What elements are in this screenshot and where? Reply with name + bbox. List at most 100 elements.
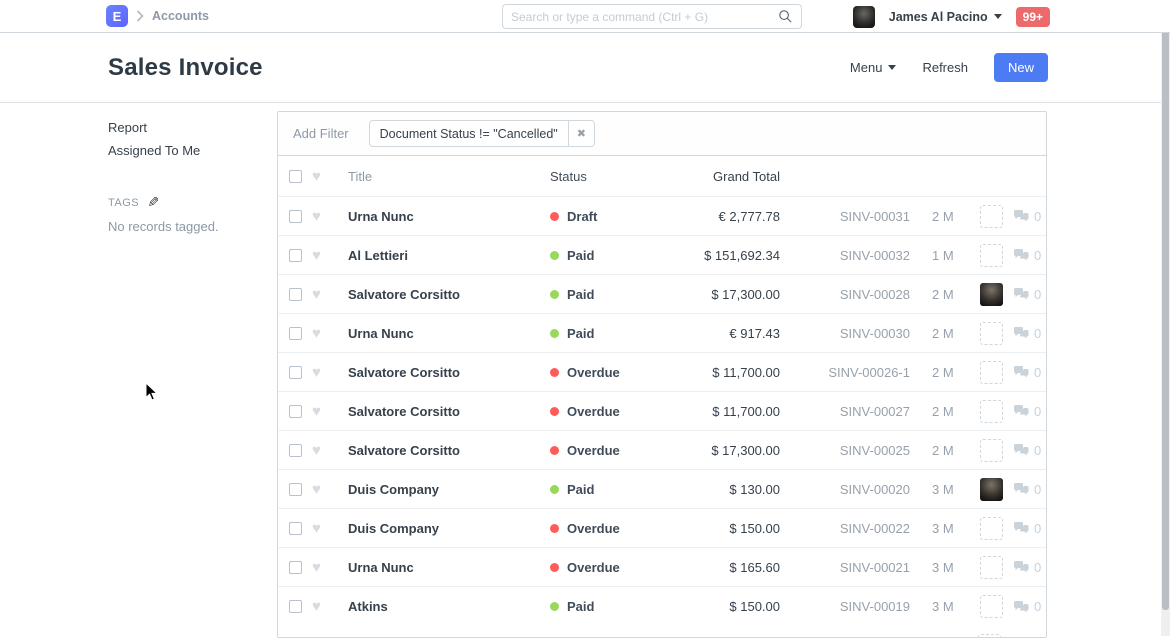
assign-avatar[interactable] <box>980 595 1003 618</box>
invoice-id[interactable]: SINV-00026-1 <box>780 365 910 380</box>
assign-avatar[interactable] <box>980 556 1003 579</box>
assign-avatar[interactable] <box>980 400 1003 423</box>
table-row[interactable]: ♥ Urna Nunc Overdue $ 165.60 SINV-00021 … <box>278 548 1046 587</box>
like-heart-icon[interactable]: ♥ <box>312 521 328 536</box>
like-heart-icon[interactable]: ♥ <box>312 365 328 380</box>
row-checkbox[interactable] <box>289 444 302 457</box>
assign-avatar[interactable] <box>980 244 1003 267</box>
edit-tags-pencil-icon[interactable]: ✎ <box>147 194 159 211</box>
invoice-id[interactable]: SINV-00028 <box>780 287 910 302</box>
table-row[interactable]: ♥ Duis Company Paid $ 130.00 SINV-00020 … <box>278 470 1046 509</box>
row-checkbox[interactable] <box>289 249 302 262</box>
like-heart-icon[interactable]: ♥ <box>312 560 328 575</box>
invoice-title[interactable]: Urna Nunc <box>348 560 550 575</box>
invoice-id[interactable]: SINV-00025 <box>780 443 910 458</box>
invoice-title[interactable]: Salvatore Corsitto <box>348 287 550 302</box>
notifications-badge[interactable]: 99+ <box>1016 7 1050 27</box>
row-checkbox[interactable] <box>289 327 302 340</box>
like-heart-icon[interactable]: ♥ <box>312 209 328 224</box>
invoice-title[interactable]: Salvatore Corsitto <box>348 404 550 419</box>
user-avatar[interactable] <box>853 6 875 28</box>
comment-count[interactable]: 0 <box>1013 443 1041 458</box>
sidebar-item-report[interactable]: Report <box>108 116 258 139</box>
table-row[interactable]: ♥ Salvatore Corsitto Overdue $ 17,300.00… <box>278 431 1046 470</box>
table-row[interactable]: ♥ Salvatore Corsitto Overdue $ 11,700.00… <box>278 392 1046 431</box>
refresh-button[interactable]: Refresh <box>922 60 968 75</box>
invoice-title[interactable]: Urna Nunc <box>348 209 550 224</box>
comment-count[interactable]: 0 <box>1013 521 1041 536</box>
remove-filter-icon[interactable]: ✖ <box>568 121 594 146</box>
comment-count[interactable]: 0 <box>1013 326 1041 341</box>
invoice-id[interactable]: SINV-00027 <box>780 404 910 419</box>
comment-count[interactable]: 0 <box>1013 248 1041 263</box>
invoice-id[interactable]: SINV-00020 <box>780 482 910 497</box>
comment-count[interactable]: 0 <box>1013 287 1041 302</box>
row-checkbox[interactable] <box>289 483 302 496</box>
table-row[interactable]: ♥ Duis Company Overdue $ 150.00 SINV-000… <box>278 509 1046 548</box>
like-heart-icon[interactable]: ♥ <box>312 404 328 419</box>
invoice-title[interactable]: Salvatore Corsitto <box>348 443 550 458</box>
invoice-title[interactable]: Duis Company <box>348 521 550 536</box>
invoice-id[interactable]: SINV-00022 <box>780 521 910 536</box>
assign-avatar[interactable] <box>980 517 1003 540</box>
table-row[interactable]: ♥ Al Lettieri Paid $ 151,692.34 SINV-000… <box>278 236 1046 275</box>
column-header-grand-total[interactable]: Grand Total <box>660 169 780 184</box>
select-all-checkbox[interactable] <box>289 170 302 183</box>
like-heart-icon[interactable]: ♥ <box>312 248 328 263</box>
table-row[interactable]: ♥ Atkins Paid $ 150.00 SINV-00019 3 M 0 <box>278 587 1046 626</box>
comment-count[interactable]: 0 <box>1013 209 1041 224</box>
invoice-id[interactable]: SINV-00019 <box>780 599 910 614</box>
invoice-id[interactable]: SINV-00030 <box>780 326 910 341</box>
assign-avatar[interactable] <box>980 283 1003 306</box>
app-logo[interactable]: E <box>106 5 128 27</box>
comment-count[interactable]: 0 <box>1013 599 1041 614</box>
row-checkbox[interactable] <box>289 522 302 535</box>
table-row[interactable]: ♥ Urna Nunc Draft € 2,777.78 SINV-00031 … <box>278 197 1046 236</box>
comment-count[interactable]: 0 <box>1013 365 1041 380</box>
scrollbar-thumb[interactable] <box>1162 0 1169 610</box>
invoice-title[interactable]: Urna Nunc <box>348 326 550 341</box>
user-menu[interactable]: James Al Pacino <box>889 10 1002 24</box>
row-checkbox[interactable] <box>289 405 302 418</box>
table-row[interactable]: ♥ Urna Nunc Paid € 917.43 SINV-00030 2 M… <box>278 314 1046 353</box>
new-button[interactable]: New <box>994 53 1048 82</box>
invoice-id[interactable]: SINV-00032 <box>780 248 910 263</box>
menu-button[interactable]: Menu <box>850 60 897 75</box>
assign-avatar[interactable] <box>980 205 1003 228</box>
invoice-title[interactable]: Atkins <box>348 599 550 614</box>
invoice-id[interactable]: SINV-00021 <box>780 560 910 575</box>
breadcrumb[interactable]: Accounts <box>152 9 209 23</box>
like-heart-icon[interactable]: ♥ <box>312 482 328 497</box>
table-row[interactable]: ♥ Salvatore Corsitto Overdue $ 11,700.00… <box>278 353 1046 392</box>
filter-chip-label[interactable]: Document Status != "Cancelled" <box>370 121 568 146</box>
table-row[interactable]: ♥ Salvatore Corsitto Paid $ 17,300.00 SI… <box>278 275 1046 314</box>
add-filter-button[interactable]: Add Filter <box>293 126 349 141</box>
row-checkbox[interactable] <box>289 561 302 574</box>
comment-count[interactable]: 0 <box>1013 404 1041 419</box>
comment-count[interactable]: 0 <box>1013 482 1041 497</box>
like-heart-icon[interactable]: ♥ <box>312 287 328 302</box>
row-checkbox[interactable] <box>289 288 302 301</box>
comment-count[interactable]: 0 <box>1013 560 1041 575</box>
invoice-title[interactable]: Salvatore Corsitto <box>348 365 550 380</box>
invoice-id[interactable]: SINV-00031 <box>780 209 910 224</box>
search-icon[interactable] <box>778 9 793 24</box>
row-checkbox[interactable] <box>289 366 302 379</box>
like-heart-icon[interactable]: ♥ <box>312 326 328 341</box>
like-heart-icon[interactable]: ♥ <box>312 443 328 458</box>
assign-avatar[interactable] <box>980 439 1003 462</box>
like-heart-icon[interactable]: ♥ <box>312 599 328 614</box>
row-checkbox[interactable] <box>289 210 302 223</box>
invoice-title[interactable]: Al Lettieri <box>348 248 550 263</box>
assign-avatar[interactable] <box>980 478 1003 501</box>
column-header-title[interactable]: Title <box>348 169 550 184</box>
sidebar-item-assigned-to-me[interactable]: Assigned To Me <box>108 139 258 162</box>
window-scrollbar[interactable] <box>1161 0 1170 636</box>
column-header-status[interactable]: Status <box>550 169 660 184</box>
like-filter-heart-icon[interactable]: ♥ <box>312 169 328 184</box>
assign-avatar[interactable] <box>980 361 1003 384</box>
assign-avatar[interactable] <box>980 322 1003 345</box>
search-input[interactable] <box>511 10 778 24</box>
row-checkbox[interactable] <box>289 600 302 613</box>
invoice-title[interactable]: Duis Company <box>348 482 550 497</box>
